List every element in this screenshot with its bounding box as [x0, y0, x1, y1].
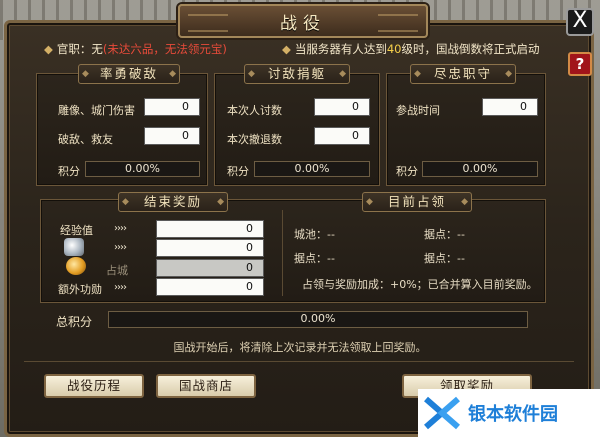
- donate-row-label: 本次撤退数: [227, 133, 282, 146]
- server-notice-suffix: 级时，国战倒数将正式启动: [401, 42, 540, 56]
- reset-notice: 国战开始后，将清除上次记录并无法领取上回奖励。: [173, 341, 427, 354]
- donate-panel-title: 讨敌捐躯: [244, 64, 350, 84]
- brave-row-value: 0: [144, 127, 200, 145]
- reward-label-merit: 额外功勋: [58, 283, 102, 296]
- rank-warning: (未达六品，无法领元宝): [102, 42, 227, 56]
- total-score-bar: 0.00%: [108, 311, 528, 328]
- occupy-panel-title: 目前占领: [362, 192, 472, 212]
- donate-row-value: 0: [314, 98, 370, 116]
- server-notice: ◆ 当服务器有人达到40级时，国战倒数将正式启动: [282, 41, 540, 57]
- rank-label: 官职：无: [56, 42, 103, 56]
- brave-panel-title: 率勇破敌: [78, 64, 180, 84]
- brave-score-bar: 0.00%: [85, 161, 200, 177]
- reward-label-exp: 经验值: [60, 224, 93, 237]
- donate-score-bar: 0.00%: [254, 161, 370, 177]
- server-notice-prefix: 当服务器有人达到: [294, 42, 387, 56]
- occupy-bonus-text: 占领与奖励加成：+0%；已合并算入目前奖励。: [302, 278, 538, 291]
- close-button[interactable]: X: [566, 8, 594, 36]
- loyal-row-value: 0: [482, 98, 538, 116]
- campaign-history-button[interactable]: 战役历程: [44, 374, 144, 398]
- brave-row-value: 0: [144, 98, 200, 116]
- loyal-panel-title: 尽忠职守: [410, 64, 516, 84]
- brave-row-label: 破敌、救友: [58, 133, 113, 146]
- arrow-icon: ››››: [114, 242, 127, 253]
- occupy-point: 据点：--: [424, 228, 465, 241]
- war-shop-button[interactable]: 国战商店: [156, 374, 256, 398]
- donate-row-label: 本次人讨数: [227, 104, 282, 117]
- window-title: 战役: [178, 4, 428, 38]
- occupy-city: 城池：--: [294, 228, 335, 241]
- server-notice-level: 40: [386, 42, 402, 56]
- bullet-icon: ◆: [44, 42, 53, 56]
- reward-label-occupy: 占城: [106, 264, 128, 277]
- rank-status: ◆ 官职：无(未达六品，无法领元宝): [44, 41, 227, 57]
- loyal-row-label: 参战时间: [396, 104, 440, 117]
- reward-value-silver: 0: [156, 239, 264, 257]
- rewards-panel-title: 结束奖励: [118, 192, 228, 212]
- reward-value-exp: 0: [156, 220, 264, 238]
- occupy-point: 据点：--: [294, 252, 335, 265]
- occupy-point: 据点：--: [424, 252, 465, 265]
- watermark: 银本软件园: [418, 389, 600, 437]
- donate-row-value: 0: [314, 127, 370, 145]
- reward-value-occupy: 0: [156, 259, 264, 277]
- panel-divider: [282, 210, 283, 296]
- brave-row-label: 雕像、城门伤害: [58, 104, 135, 117]
- donate-score-label: 积分: [227, 165, 249, 178]
- loyal-score-bar: 0.00%: [422, 161, 538, 177]
- arrow-icon: ››››: [114, 223, 127, 234]
- silver-ingot-icon: [64, 238, 84, 256]
- brave-score-label: 积分: [58, 165, 80, 178]
- arrow-icon: ››››: [114, 282, 127, 293]
- bullet-icon: ◆: [282, 42, 291, 56]
- help-button[interactable]: ?: [568, 52, 592, 76]
- total-score-label: 总积分: [56, 315, 93, 329]
- footer-divider: [24, 361, 574, 362]
- watermark-text: 银本软件园: [468, 404, 558, 425]
- reward-value-merit: 0: [156, 278, 264, 296]
- gold-coin-icon: [66, 257, 86, 275]
- watermark-logo-icon: [422, 393, 462, 433]
- loyal-score-label: 积分: [396, 165, 418, 178]
